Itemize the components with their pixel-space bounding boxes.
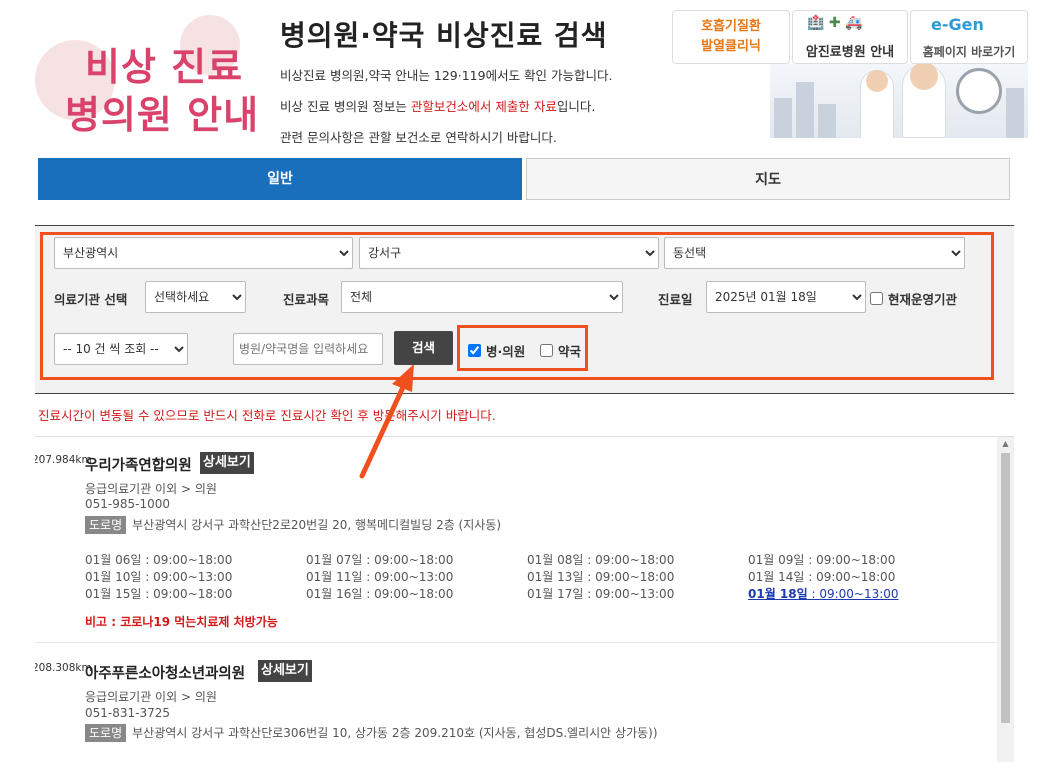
hours-entry: 01월 10일 : 09:00~13:00	[85, 570, 233, 584]
hours-entry: 01월 08일 : 09:00~18:00	[527, 553, 675, 567]
detail-button[interactable]: 상세보기	[258, 660, 312, 682]
dong-select[interactable]: 동선택	[664, 237, 965, 269]
info-line-3: 관련 문의사항은 관할 보건소로 연락하시기 바랍니다.	[280, 130, 557, 145]
hours-entry: 01월 15일 : 09:00~18:00	[85, 587, 233, 601]
doctors-illustration	[770, 64, 1028, 138]
egen-logo-icon: e-Gen	[931, 15, 984, 34]
hospital-icons: 🏥 ✚ 🚑	[807, 15, 863, 31]
hours-entry: 01월 17일 : 09:00~13:00	[527, 587, 675, 601]
road-tag: 도로명	[85, 516, 127, 534]
category: 응급의료기관 이외 > 의원	[85, 690, 217, 704]
scroll-up-arrow-icon[interactable]: ▲	[997, 439, 1014, 449]
logo-line2: 병의원 안내	[65, 93, 260, 137]
date-label: 진료일	[658, 292, 693, 307]
hospital-check[interactable]	[468, 344, 481, 357]
date-select[interactable]: 2025년 01월 18일	[706, 281, 866, 313]
hours-entry: 01월 14일 : 09:00~18:00	[748, 570, 896, 584]
detail-button[interactable]: 상세보기	[200, 452, 254, 474]
homepage-banner[interactable]: e-Gen 홈페이지 바로가기	[910, 10, 1028, 64]
hours-entry: 01월 07일 : 09:00~18:00	[306, 553, 454, 567]
page-title: 병의원·약국 비상진료 검색	[280, 19, 608, 52]
results-scrollbar[interactable]: ▲	[997, 437, 1014, 762]
now-open-check[interactable]	[870, 292, 883, 305]
district-select[interactable]: 강서구	[359, 237, 659, 269]
department-label: 진료과목	[283, 292, 330, 307]
hours-entry: 01월 06일 : 09:00~18:00	[85, 553, 233, 567]
department-select[interactable]: 전체	[341, 281, 623, 313]
phone: 051-985-1000	[85, 497, 171, 511]
fever-clinic-banner[interactable]: 호흡기질환 발열클리닉	[672, 10, 790, 64]
hours-entry: 01월 11일 : 09:00~13:00	[306, 570, 454, 584]
page-size-select[interactable]: -- 10 건 씩 조회 --	[54, 333, 188, 365]
info-line-2: 비상 진료 병의원 정보는 관할보건소에서 제출한 자료입니다.	[280, 99, 596, 114]
hours-entry: 01월 09일 : 09:00~18:00	[748, 553, 896, 567]
hours-entry: 01월 16일 : 09:00~18:00	[306, 587, 454, 601]
search-button[interactable]: 검색	[394, 331, 453, 365]
name-search-input[interactable]	[233, 333, 383, 365]
divider	[35, 393, 1014, 394]
list-item: 208.308km 아주푸른소아청소년과의원 상세보기 응급의료기관 이외 > …	[35, 645, 997, 762]
category: 응급의료기관 이외 > 의원	[85, 482, 217, 496]
tab-general[interactable]: 일반	[38, 158, 522, 200]
clinic-name[interactable]: 아주푸른소아청소년과의원	[85, 662, 245, 683]
scroll-thumb[interactable]	[1001, 453, 1010, 723]
hours-entry: 01월 13일 : 09:00~18:00	[527, 570, 675, 584]
remark: 비고 : 코로나19 먹는치료제 처방가능	[85, 615, 278, 629]
logo-line1: 비상 진료	[85, 45, 244, 89]
info-line-1: 비상진료 병의원,약국 안내는 129·119에서도 확인 가능합니다.	[280, 68, 613, 83]
phone: 051-831-3725	[85, 706, 171, 720]
cancer-hospital-banner[interactable]: 🏥 ✚ 🚑 암진료병원 안내	[792, 10, 908, 64]
clinic-name[interactable]: 우리가족연합의원	[85, 454, 192, 475]
road-tag: 도로명	[85, 724, 127, 742]
tab-map[interactable]: 지도	[526, 158, 1010, 200]
hospital-checkbox[interactable]: 병·의원	[468, 341, 525, 360]
pharmacy-check[interactable]	[540, 344, 553, 357]
notice-text: 진료시간이 변동될 수 있으므로 반드시 전화로 진료시간 확인 후 방문해주시…	[38, 408, 496, 423]
emergency-care-logo: 비상 진료 병의원 안내	[30, 10, 260, 140]
city-select[interactable]: 부산광역시	[54, 237, 353, 269]
list-item: 207.984km 우리가족연합의원 상세보기 응급의료기관 이외 > 의원 0…	[35, 437, 997, 643]
institution-type-select[interactable]: 선택하세요	[145, 281, 246, 313]
clock-icon	[956, 68, 1002, 114]
page-header: 비상 진료 병의원 안내 병의원·약국 비상진료 검색 비상진료 병의원,약국 …	[0, 0, 1040, 150]
distance: 208.308km	[35, 662, 92, 674]
address: 도로명 부산광역시 강서구 과학산단2로20번길 20, 행복메디컬빌딩 2층 (…	[85, 516, 501, 534]
now-open-checkbox[interactable]: 현재운영기관	[870, 289, 957, 308]
address: 도로명 부산광역시 강서구 과학산단로306번길 10, 상가동 2층 209.2…	[85, 724, 658, 742]
institution-type-label: 의료기관 선택	[54, 292, 128, 307]
pharmacy-checkbox[interactable]: 약국	[540, 341, 581, 360]
distance: 207.984km	[35, 454, 92, 466]
hours-entry-today[interactable]: 01월 18일 : 09:00~13:00	[748, 585, 899, 602]
results-list: 207.984km 우리가족연합의원 상세보기 응급의료기관 이외 > 의원 0…	[35, 436, 1014, 762]
